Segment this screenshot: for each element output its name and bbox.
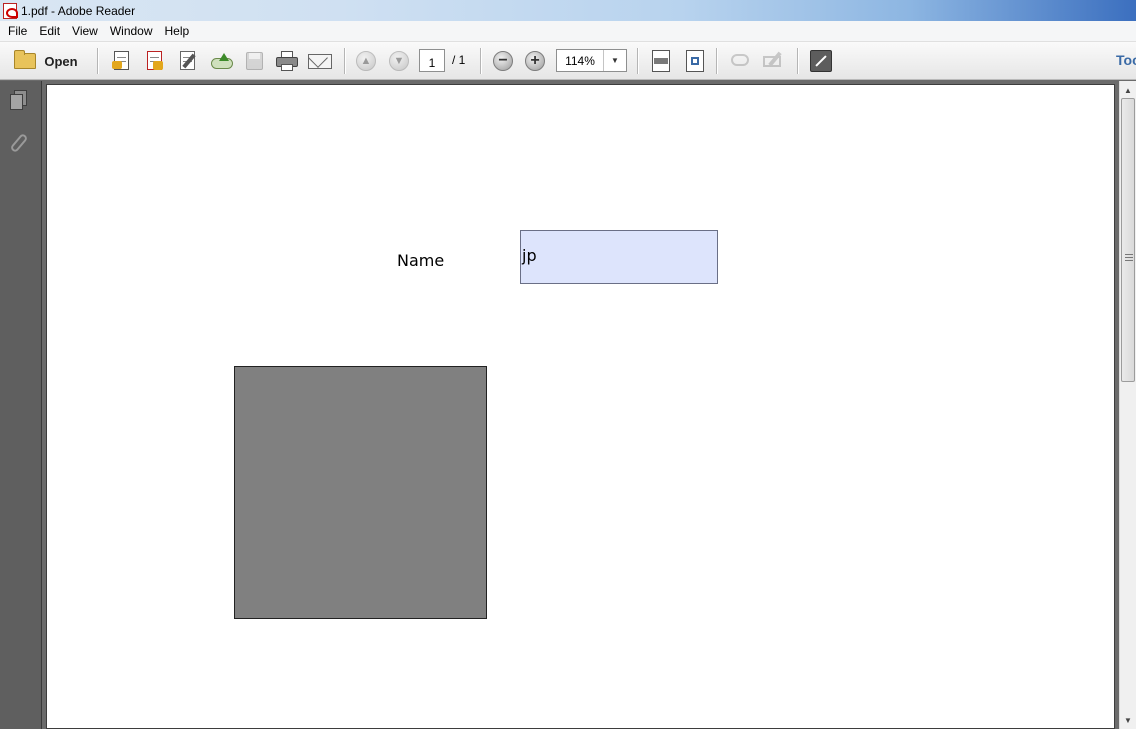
cloud-upload-icon (211, 51, 233, 71)
gray-rectangle (234, 366, 487, 619)
fit-page-icon (650, 50, 672, 72)
comment-button[interactable] (728, 49, 752, 73)
toolbar-separator (797, 48, 798, 74)
toolbar-separator (637, 48, 638, 74)
toolbar-separator (480, 48, 481, 74)
page-total: / 1 (452, 53, 466, 67)
minus-icon: − (493, 51, 513, 71)
vertical-scrollbar[interactable]: ▲ ▼ (1119, 81, 1136, 729)
zoom-out-button[interactable]: − (492, 49, 514, 73)
zoom-in-button[interactable]: + (524, 49, 546, 73)
window-title: 1.pdf - Adobe Reader (21, 3, 136, 18)
menu-bar: File Edit View Window Help (0, 21, 1136, 42)
menu-file[interactable]: File (2, 22, 33, 40)
title-bar: 1.pdf - Adobe Reader (0, 0, 1136, 21)
envelope-icon (307, 48, 333, 71)
menu-window[interactable]: Window (104, 22, 159, 40)
save-button[interactable] (242, 49, 266, 73)
fit-width-icon (684, 50, 706, 72)
scroll-up-arrow-icon[interactable]: ▲ (1120, 82, 1136, 98)
open-button[interactable]: Open (8, 49, 84, 73)
combine-pdf-button[interactable] (143, 49, 167, 73)
navigation-pane (0, 81, 42, 729)
arrow-down-icon: ▼ (389, 51, 409, 71)
toolbar-separator (97, 48, 98, 74)
upload-button[interactable] (209, 49, 233, 73)
open-label: Open (44, 53, 78, 69)
page-thumbnails-icon[interactable] (9, 90, 29, 112)
next-page-button[interactable]: ▼ (388, 49, 410, 73)
speech-bubble-icon (730, 51, 750, 71)
folder-icon (14, 50, 37, 69)
pdf-combine-icon (145, 51, 165, 71)
plus-icon: + (525, 51, 545, 71)
pdf-page: Name jp (46, 84, 1115, 729)
zoom-select[interactable]: 114% ▼ (556, 49, 627, 72)
document-area: Name jp (43, 81, 1119, 729)
name-label: Name (397, 251, 445, 270)
email-button[interactable] (306, 48, 334, 73)
menu-view[interactable]: View (66, 22, 104, 40)
pdf-file-icon (3, 2, 18, 19)
save-disk-icon (244, 51, 264, 71)
printer-icon (275, 51, 299, 71)
highlighter-icon (763, 51, 783, 71)
highlight-button[interactable] (761, 49, 785, 73)
previous-page-button[interactable]: ▲ (355, 49, 377, 73)
fit-page-button[interactable] (648, 49, 674, 73)
print-button[interactable] (274, 49, 300, 73)
name-field[interactable]: jp (520, 230, 718, 284)
toolbar-separator (716, 48, 717, 74)
tools-pane-button[interactable]: Too (1116, 52, 1136, 68)
scroll-down-arrow-icon[interactable]: ▼ (1120, 712, 1136, 728)
edit-document-icon (178, 51, 198, 71)
create-pdf-icon (112, 51, 132, 71)
menu-help[interactable]: Help (159, 22, 196, 40)
menu-edit[interactable]: Edit (33, 22, 66, 40)
expand-icon (810, 50, 832, 72)
attachments-icon[interactable] (9, 132, 29, 155)
create-pdf-button[interactable] (110, 49, 134, 73)
zoom-value[interactable]: 114% (557, 50, 604, 71)
full-screen-button[interactable] (808, 49, 834, 73)
fit-width-button[interactable] (682, 49, 708, 73)
grip-icon (1125, 254, 1133, 261)
arrow-up-icon: ▲ (356, 51, 376, 71)
toolbar-separator (344, 48, 345, 74)
page-number-input[interactable] (419, 49, 445, 72)
edit-pdf-button[interactable] (176, 49, 200, 73)
scrollbar-thumb[interactable] (1121, 98, 1135, 382)
chevron-down-icon[interactable]: ▼ (604, 50, 626, 71)
